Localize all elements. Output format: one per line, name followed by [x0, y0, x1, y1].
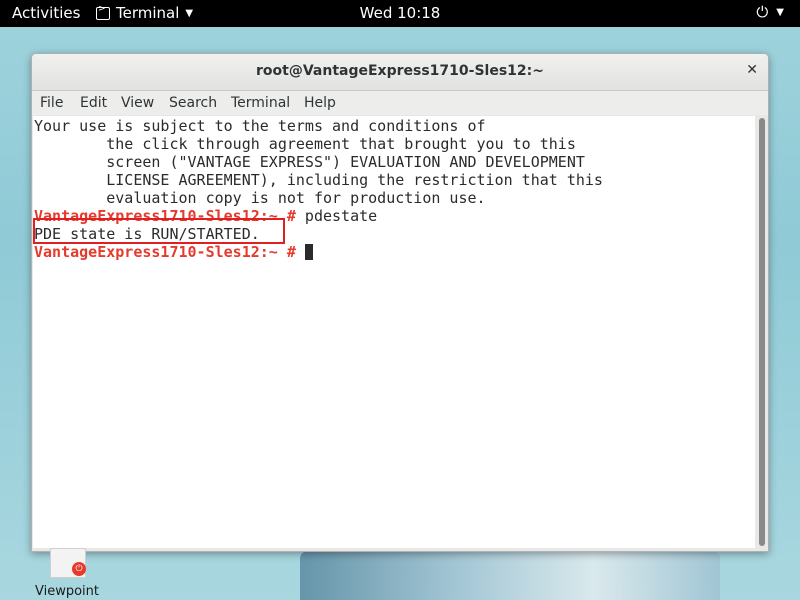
terminal-icon [96, 4, 110, 20]
terminal-line: LICENSE AGREEMENT), including the restri… [34, 171, 603, 189]
chevron-down-icon: ▼ [776, 6, 784, 18]
terminal-line: evaluation copy is not for production us… [34, 189, 486, 207]
command-text: pdestate [295, 207, 378, 225]
terminal-line: screen ("VANTAGE EXPRESS") EVALUATION AN… [34, 153, 585, 171]
menu-terminal[interactable]: Terminal [231, 95, 290, 111]
text-cursor [304, 244, 313, 260]
close-icon[interactable]: ✕ [746, 62, 758, 78]
system-menu[interactable]: ⏻ ▼ [756, 3, 784, 21]
scrollbar[interactable] [756, 116, 768, 548]
menu-bar: File Edit View Search Terminal Help [32, 91, 768, 115]
window-title: root@VantageExpress1710-Sles12:~ [256, 63, 544, 79]
terminal-output[interactable]: Your use is subject to the terms and con… [33, 116, 755, 548]
terminal-line: Your use is subject to the terms and con… [34, 117, 486, 135]
app-menu-label: Terminal [116, 4, 180, 22]
top-bar: Activities Terminal ▼ Wed 10:18 ⏻ ▼ [0, 0, 800, 27]
menu-file[interactable]: File [40, 95, 63, 111]
activities-button[interactable]: Activities [12, 4, 80, 22]
active-prompt-line: VantageExpress1710-Sles12:~ # [34, 243, 313, 261]
shell-prompt: VantageExpress1710-Sles12:~ # [34, 243, 296, 261]
scrollbar-thumb[interactable] [759, 118, 765, 546]
menu-help[interactable]: Help [304, 95, 336, 111]
terminal-line: the click through agreement that brought… [34, 135, 576, 153]
menu-search[interactable]: Search [169, 95, 217, 111]
menu-edit[interactable]: Edit [80, 95, 107, 111]
power-badge-icon: ⏻ [72, 562, 86, 576]
window-titlebar[interactable]: root@VantageExpress1710-Sles12:~ ✕ [32, 54, 768, 91]
chevron-down-icon: ▼ [185, 7, 194, 19]
highlight-box [33, 218, 285, 244]
app-menu[interactable]: Terminal ▼ [96, 4, 193, 22]
clock[interactable]: Wed 10:18 [360, 4, 441, 22]
desktop-icon-label: Viewpoint [34, 584, 99, 599]
terminal-window: root@VantageExpress1710-Sles12:~ ✕ File … [31, 53, 769, 552]
desktop-icon-viewpoint[interactable]: ⏻ Viewpoint [34, 548, 104, 600]
power-icon: ⏻ [756, 3, 769, 21]
menu-view[interactable]: View [121, 95, 154, 111]
